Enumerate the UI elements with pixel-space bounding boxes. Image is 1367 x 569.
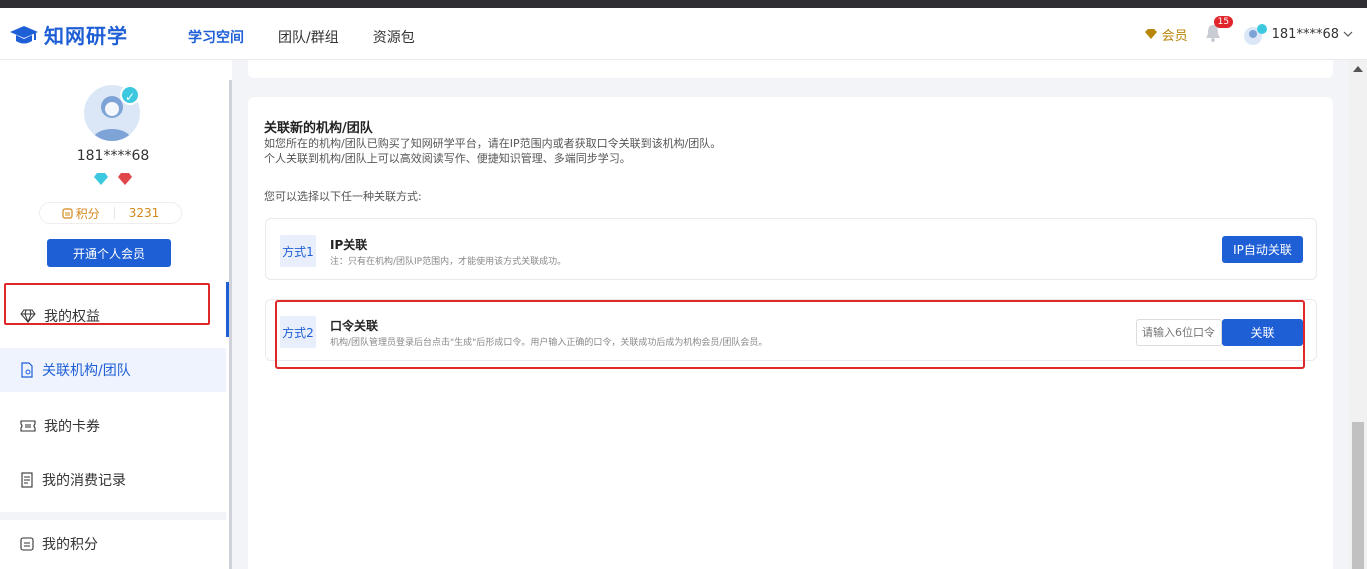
panel-desc-line1: 如您所在的机构/团队已购买了知网研学平台，请在IP范围内或者获取口令关联到该机构… — [264, 137, 722, 150]
member-link[interactable]: 会员 — [1144, 25, 1188, 44]
sidebar-item-link-org[interactable]: 关联机构/团队 — [0, 348, 226, 392]
menu-divider — [0, 512, 226, 520]
member-label: 会员 — [1161, 28, 1188, 44]
notification-bell[interactable]: 15 — [1204, 16, 1234, 46]
verified-badge-icon: ✓ — [120, 85, 140, 105]
nav-resource-pack[interactable]: 资源包 — [373, 27, 415, 47]
ip-auto-link-button[interactable]: IP自动关联 — [1222, 236, 1303, 263]
notification-badge: 15 — [1213, 16, 1234, 28]
logo-icon — [10, 25, 38, 43]
method-ip-card: 方式1 IP关联 注：只有在机构/团队IP范围内，才能使用该方式关联成功。 IP… — [265, 218, 1317, 280]
cyan-gem-icon — [94, 173, 108, 185]
previous-card-bottom — [248, 60, 1333, 78]
highlight-box-code-method — [275, 300, 1305, 369]
sidebar-item-label: 我的积分 — [42, 537, 98, 553]
sidebar-item-coupons[interactable]: 我的卡券 — [0, 404, 226, 448]
method-note: 注：只有在机构/团队IP范围内，才能使用该方式关联成功。 — [330, 257, 567, 267]
scroll-up-icon[interactable] — [1353, 66, 1363, 72]
sidebar-item-label: 关联机构/团队 — [42, 363, 131, 379]
window-top-strip — [0, 0, 1367, 8]
highlight-box-sidebar — [4, 283, 210, 325]
points-separator — [113, 207, 115, 219]
points-pill[interactable]: 积分 3231 — [39, 202, 182, 224]
nav-study-space[interactable]: 学习空间 — [188, 27, 244, 47]
user-avatar-icon — [1243, 24, 1267, 45]
page-scrollbar[interactable] — [1349, 60, 1367, 569]
member-gems — [0, 172, 226, 186]
receipt-icon — [21, 472, 33, 488]
ticket-icon — [20, 420, 36, 432]
chevron-down-icon — [1343, 31, 1353, 37]
points-value: 3231 — [128, 206, 160, 220]
sidebar-item-points[interactable]: 我的积分 — [0, 522, 226, 566]
logo[interactable]: 知网研学 — [8, 20, 128, 49]
sidebar-item-label: 我的消费记录 — [42, 473, 126, 489]
profile-username: 181****68 — [76, 148, 150, 164]
scrollbar-thumb[interactable] — [1352, 422, 1364, 569]
sidebar-item-purchases[interactable]: 我的消费记录 — [0, 458, 226, 502]
user-menu[interactable]: 181****68 — [1242, 23, 1353, 45]
method-tag: 方式1 — [280, 235, 316, 267]
profile-card: ✓ 181****68 积分 3231 开通个人会员 — [0, 60, 226, 290]
main-nav: 学习空间 团队/群组 资源包 — [188, 27, 415, 47]
method-name: IP关联 — [330, 238, 368, 252]
header-right: 会员 15 181****68 — [1144, 16, 1353, 46]
panel-description: 如您所在的机构/团队已购买了知网研学平台，请在IP范围内或者获取口令关联到该机构… — [264, 136, 721, 166]
panel-title: 关联新的机构/团队 — [264, 121, 373, 136]
red-gem-icon — [118, 173, 132, 185]
sidebar-scrollbar[interactable] — [229, 80, 232, 569]
logo-text: 知网研学 — [44, 24, 128, 48]
top-header: 知网研学 学习空间 团队/群组 资源包 会员 15 181****68 — [0, 8, 1367, 60]
member-diamond-icon — [1144, 29, 1157, 39]
nav-teams-groups[interactable]: 团队/群组 — [278, 27, 339, 47]
coin-icon — [62, 207, 73, 219]
header-username: 181****68 — [1271, 26, 1339, 42]
choose-method-text: 您可以选择以下任一种关联方式: — [264, 190, 422, 203]
points-label: 积分 — [75, 206, 100, 221]
points-label-wrap: 积分 — [62, 205, 100, 222]
sidebar-item-label: 我的卡券 — [44, 419, 100, 435]
points-icon — [20, 537, 34, 551]
org-link-icon — [21, 362, 33, 378]
panel-desc-line2: 个人关联到机构/团队上可以高效阅读写作、便捷知识管理、多端同步学习。 — [264, 152, 631, 165]
open-vip-button[interactable]: 开通个人会员 — [47, 239, 171, 267]
